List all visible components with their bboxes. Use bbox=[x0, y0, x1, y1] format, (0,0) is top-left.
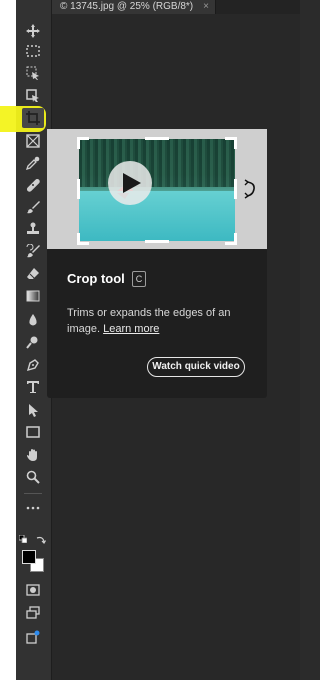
shortcut-badge: C bbox=[132, 271, 146, 287]
object-selection-icon bbox=[26, 66, 39, 80]
rotate-icon bbox=[244, 179, 255, 199]
crop-tool-tooltip: Crop tool C Trims or expands the edges o… bbox=[47, 129, 267, 398]
preview-image bbox=[79, 139, 235, 241]
foreground-color-swatch[interactable] bbox=[22, 550, 36, 564]
select-subject-tool[interactable] bbox=[22, 86, 44, 106]
healing-brush-tool[interactable] bbox=[22, 175, 44, 195]
document-tab[interactable]: © 13745.jpg @ 25% (RGB/8*) × bbox=[52, 0, 216, 14]
frame-icon bbox=[26, 134, 40, 148]
hand-tool[interactable] bbox=[22, 445, 44, 465]
play-button[interactable] bbox=[108, 161, 152, 205]
more-icon bbox=[26, 506, 40, 510]
blur-tool[interactable] bbox=[22, 310, 44, 330]
pen-icon bbox=[26, 359, 39, 372]
crop-handle-top-right bbox=[225, 137, 237, 149]
left-margin bbox=[0, 0, 16, 680]
crop-handle-left bbox=[77, 179, 80, 199]
crop-handle-bottom-right bbox=[225, 233, 237, 245]
zoom-icon bbox=[26, 470, 40, 484]
lake-water bbox=[79, 191, 235, 241]
share-icon bbox=[26, 630, 40, 644]
tooltip-title: Crop tool bbox=[67, 271, 125, 286]
dodge-tool[interactable] bbox=[22, 332, 44, 352]
clone-stamp-tool[interactable] bbox=[22, 219, 44, 239]
brush-tool[interactable] bbox=[22, 197, 44, 217]
document-tab-bar: © 13745.jpg @ 25% (RGB/8*) × bbox=[52, 0, 300, 14]
history-brush-icon bbox=[26, 244, 40, 258]
default-colors-icon[interactable] bbox=[19, 535, 27, 543]
rectangle-tool[interactable] bbox=[22, 422, 44, 442]
watch-quick-video-button[interactable]: Watch quick video bbox=[147, 357, 245, 377]
crop-handle-bottom bbox=[145, 240, 169, 243]
arrow-icon bbox=[29, 404, 38, 417]
hand-icon bbox=[27, 449, 37, 461]
marquee-icon bbox=[26, 45, 40, 57]
type-tool[interactable] bbox=[22, 377, 44, 397]
swap-colors-icon[interactable] bbox=[36, 535, 46, 545]
gradient-tool[interactable] bbox=[22, 286, 44, 306]
dodge-icon bbox=[26, 336, 38, 349]
play-icon bbox=[123, 173, 141, 193]
document-tab-title: © 13745.jpg @ 25% (RGB/8*) bbox=[60, 1, 194, 12]
learn-more-link[interactable]: Learn more bbox=[103, 323, 159, 335]
crop-handle-bottom-left bbox=[77, 233, 89, 245]
share-button[interactable] bbox=[22, 627, 44, 647]
eraser-tool[interactable] bbox=[22, 264, 44, 284]
close-icon[interactable]: × bbox=[203, 0, 209, 14]
crop-icon bbox=[26, 111, 40, 125]
forest-background bbox=[79, 139, 235, 187]
edit-toolbar[interactable] bbox=[22, 498, 44, 518]
eraser-icon bbox=[27, 268, 39, 280]
stamp-icon bbox=[27, 222, 39, 234]
move-tool[interactable] bbox=[22, 21, 44, 41]
eyedropper-icon bbox=[26, 156, 40, 170]
screen-mode-icon bbox=[26, 606, 40, 619]
crop-handle-top bbox=[145, 137, 169, 140]
marquee-tool[interactable] bbox=[22, 41, 44, 61]
tooltip-description: Trims or expands the edges of an image. … bbox=[67, 305, 257, 337]
move-icon bbox=[26, 24, 40, 38]
gradient-icon bbox=[26, 290, 40, 302]
brush-icon bbox=[27, 201, 40, 214]
object-selection-tool[interactable] bbox=[22, 63, 44, 83]
screen-mode-button[interactable] bbox=[22, 603, 44, 623]
tooltip-video-preview[interactable] bbox=[47, 129, 267, 249]
history-brush-tool[interactable] bbox=[22, 241, 44, 261]
zoom-tool[interactable] bbox=[22, 467, 44, 487]
select-subject-icon bbox=[26, 89, 39, 102]
path-selection-tool[interactable] bbox=[22, 400, 44, 420]
eyedropper-tool[interactable] bbox=[22, 153, 44, 173]
crop-handle-top-left bbox=[77, 137, 89, 149]
rectangle-icon bbox=[26, 426, 40, 438]
type-icon bbox=[27, 381, 39, 393]
quick-mask-button[interactable] bbox=[22, 580, 44, 600]
crop-handle-right bbox=[234, 179, 237, 199]
bandage-icon bbox=[26, 178, 40, 192]
drop-icon bbox=[29, 314, 37, 326]
quick-mask-icon bbox=[26, 584, 40, 596]
pen-tool[interactable] bbox=[22, 355, 44, 375]
frame-tool[interactable] bbox=[22, 131, 44, 151]
crop-tool[interactable] bbox=[22, 108, 44, 128]
toolbar-separator bbox=[24, 493, 42, 494]
